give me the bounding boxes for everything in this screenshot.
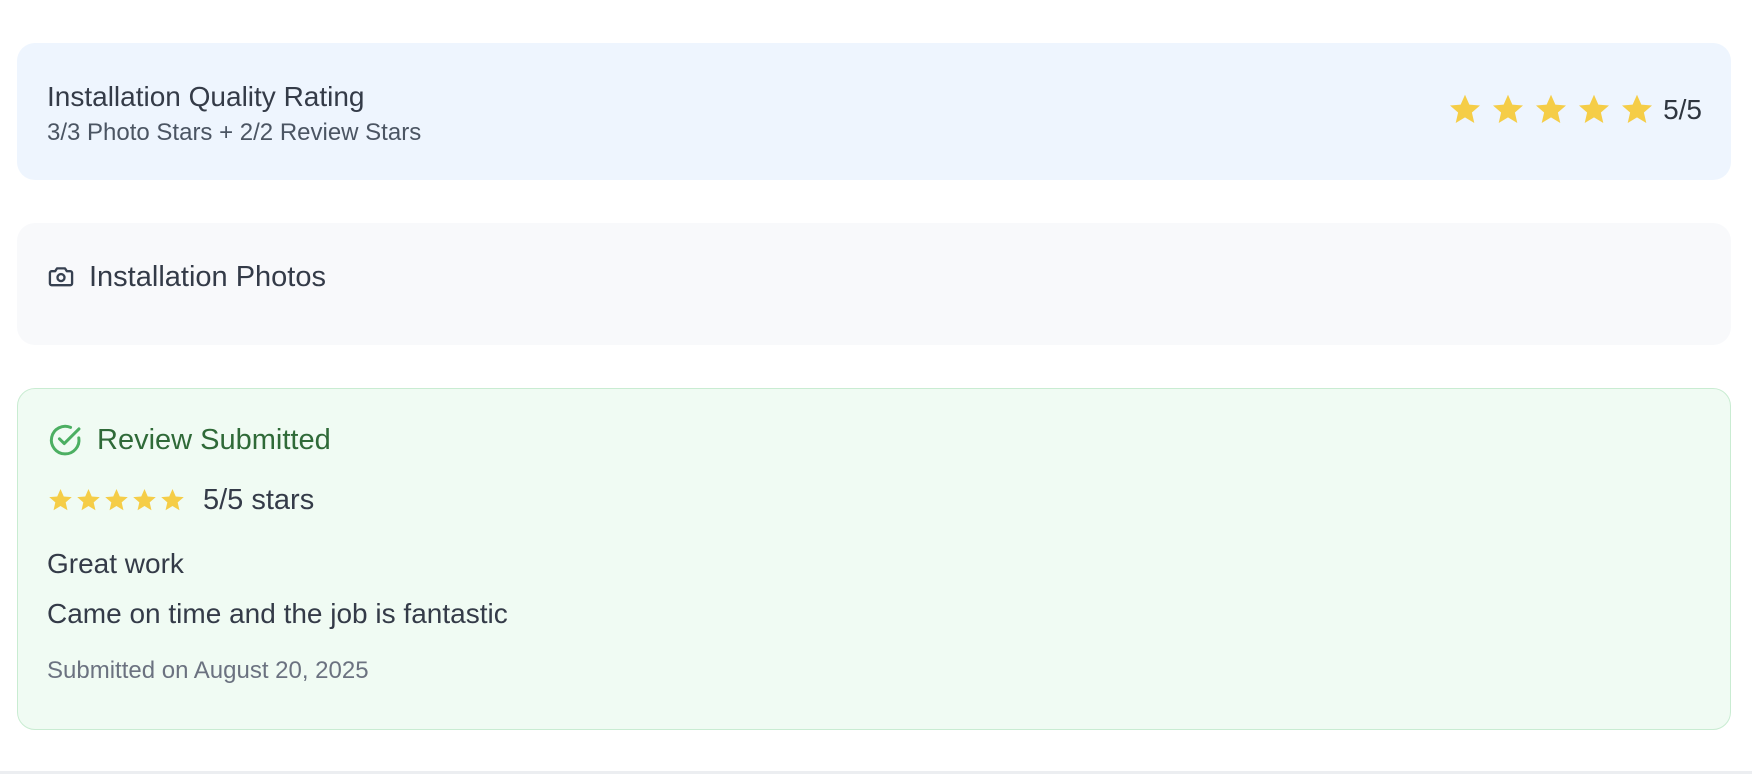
installation-photos-section: Installation Photos xyxy=(17,223,1731,345)
star-icon xyxy=(133,488,156,510)
star-icon xyxy=(1622,94,1653,124)
installation-photos-title: Installation Photos xyxy=(89,261,326,293)
star-icon xyxy=(77,488,100,510)
review-stars: 5/5 stars xyxy=(47,482,1701,518)
star-icon xyxy=(105,488,128,510)
review-submitted-date: Submitted on August 20, 2025 xyxy=(47,657,369,684)
installation-photos-header: Installation Photos xyxy=(47,257,1701,297)
camera-icon xyxy=(48,267,74,287)
star-icon xyxy=(49,488,72,510)
review-status-label: Review Submitted xyxy=(97,424,331,456)
review-stars-label: 5/5 stars xyxy=(203,484,315,516)
star-icon xyxy=(161,488,184,510)
installation-quality-rating-card: Installation Quality Rating 3/3 Photo St… xyxy=(17,43,1731,180)
review-page: Installation Quality Rating 3/3 Photo St… xyxy=(0,0,1752,774)
star-icon xyxy=(1579,94,1610,124)
review-status-header: Review Submitted xyxy=(47,420,1701,460)
review-submitted-card: Review Submitted 5/5 stars Great work Ca… xyxy=(17,388,1731,730)
quality-rating-stars: 5/5 xyxy=(1447,91,1702,129)
star-icon xyxy=(1493,94,1524,124)
quality-rating-score: 5/5 xyxy=(1663,94,1702,125)
review-title: Great work xyxy=(47,548,184,579)
star-icon xyxy=(1450,94,1481,124)
check-circle-icon xyxy=(49,424,81,456)
review-body: Came on time and the job is fantastic xyxy=(47,598,508,629)
star-icon xyxy=(1536,94,1567,124)
